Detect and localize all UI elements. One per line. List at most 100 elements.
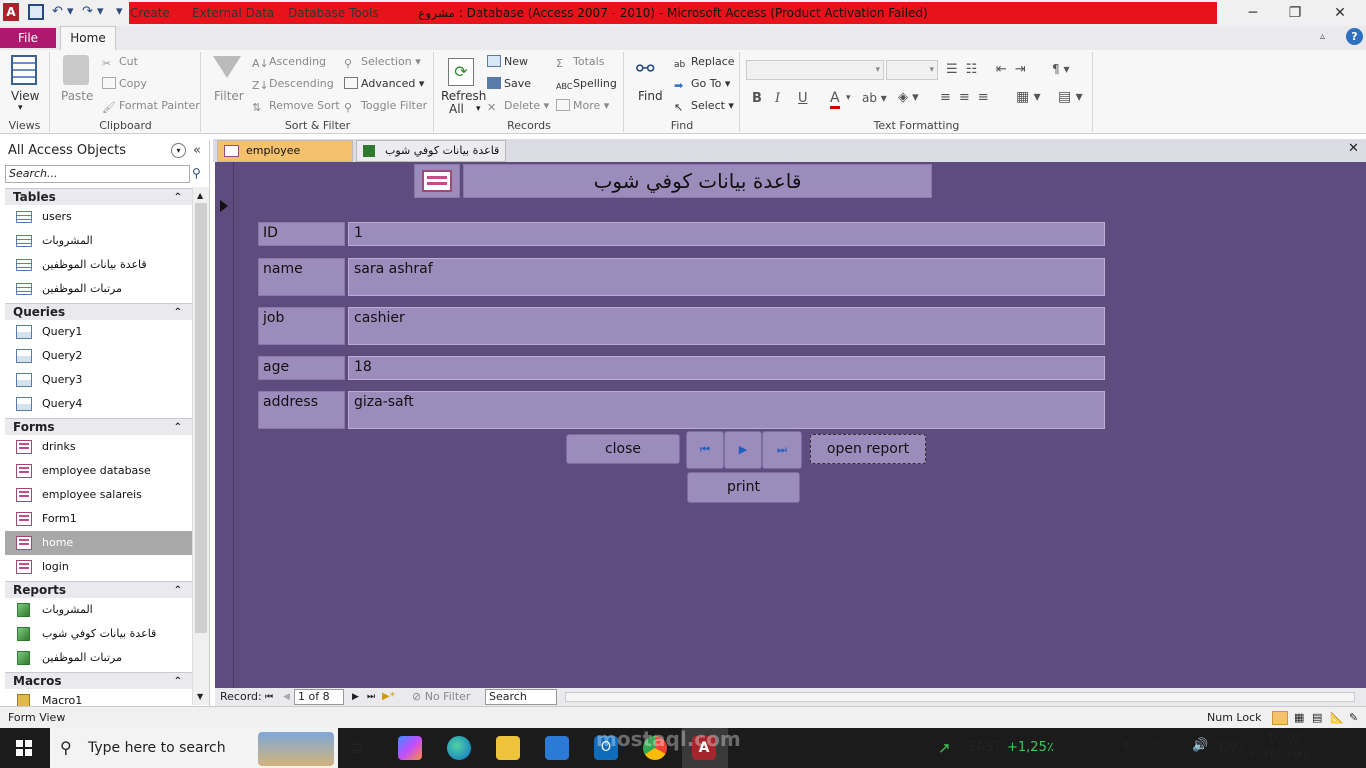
shutter-bar-collapse-icon[interactable]: «: [193, 143, 201, 158]
align-icons[interactable]: ≡≡≡: [940, 90, 997, 105]
view-icon[interactable]: [11, 55, 37, 85]
format-painter-button[interactable]: 🖌 Format Painter: [102, 99, 200, 114]
nav-item-query[interactable]: Query1: [5, 320, 192, 344]
tab-file[interactable]: File: [0, 28, 56, 48]
nav-item-macro[interactable]: Macro1: [5, 689, 192, 706]
remove-sort-button[interactable]: ⇅ Remove Sort: [252, 99, 340, 114]
paragraph-direction-icon[interactable]: ¶ ▾: [1052, 62, 1069, 76]
close-form-button[interactable]: close: [566, 434, 680, 464]
nav-search-input[interactable]: Search...: [5, 165, 190, 183]
help-icon[interactable]: ?: [1346, 28, 1363, 45]
save-record-button[interactable]: Save: [487, 77, 531, 90]
bold-button[interactable]: B: [752, 91, 762, 106]
copy-button[interactable]: Copy: [102, 77, 147, 90]
battery-icon[interactable]: ▭: [1146, 738, 1158, 753]
nav-section-forms[interactable]: Forms ⌃: [5, 418, 192, 435]
record-search-input[interactable]: Search: [485, 689, 557, 705]
tab-external-data[interactable]: External Data: [188, 2, 278, 24]
datasheet-view-icon[interactable]: ▦: [1294, 707, 1304, 729]
font-name-select[interactable]: ▾: [746, 60, 884, 80]
design-view-icon[interactable]: 📐: [1330, 707, 1344, 729]
more-button[interactable]: More ▾: [556, 99, 609, 112]
font-size-select[interactable]: ▾: [886, 60, 938, 80]
windows-start-icon[interactable]: [16, 740, 32, 756]
nav-item-table[interactable]: المشروبات: [5, 229, 192, 253]
customize-toolbar-icon[interactable]: ▾: [116, 4, 123, 19]
alternate-row-color-icon[interactable]: ▤ ▾: [1058, 89, 1083, 105]
form-view-icon[interactable]: [1272, 711, 1288, 725]
close-document-icon[interactable]: ✕: [1348, 141, 1359, 156]
close-window-button[interactable]: ✕: [1325, 4, 1355, 22]
field-input-job[interactable]: cashier: [348, 307, 1105, 345]
filter-button[interactable]: Filter: [214, 89, 244, 103]
spelling-button[interactable]: ABCSpelling: [556, 77, 617, 94]
restore-button[interactable]: ❐: [1280, 4, 1310, 22]
nav-item-table[interactable]: مرتبات الموظفين: [5, 277, 192, 301]
new-record-nav-icon[interactable]: ▶*: [382, 688, 395, 706]
tab-home[interactable]: Home: [60, 26, 116, 50]
access-app-icon[interactable]: A: [3, 3, 19, 21]
prev-record-nav-icon[interactable]: ◀: [283, 688, 290, 706]
print-button[interactable]: print: [687, 472, 800, 503]
italic-button[interactable]: I: [775, 91, 780, 106]
clock-date[interactable]: ٢٠٢٥/٠٧/١٨: [1250, 747, 1310, 761]
minimize-button[interactable]: ─: [1238, 4, 1268, 22]
minimize-ribbon-icon[interactable]: ▵: [1320, 31, 1325, 42]
layout-view-icon[interactable]: ▤: [1312, 707, 1322, 729]
volume-icon[interactable]: 🔊: [1192, 738, 1208, 753]
undo-icon[interactable]: ↶ ▾: [52, 4, 74, 19]
file-explorer-icon[interactable]: [496, 736, 520, 760]
first-record-nav-icon[interactable]: ⏮: [265, 688, 273, 706]
doc-tab-report[interactable]: قاعدة بيانات كوفي شوب: [356, 140, 506, 162]
view-button[interactable]: View: [11, 89, 39, 103]
wifi-icon[interactable]: ◠: [1170, 738, 1181, 753]
nav-item-query[interactable]: Query2: [5, 344, 192, 368]
last-record-nav-icon[interactable]: ⏭: [367, 688, 375, 706]
notifications-icon[interactable]: 🗨: [1324, 738, 1343, 756]
record-selector[interactable]: [215, 162, 234, 688]
field-input-name[interactable]: sara ashraf: [348, 258, 1105, 296]
tab-database-tools[interactable]: Database Tools: [284, 2, 383, 24]
save-icon[interactable]: [28, 4, 44, 20]
nav-section-macros[interactable]: Macros ⌃: [5, 672, 192, 689]
scroll-thumb[interactable]: [195, 203, 207, 633]
camera-icon[interactable]: ⊡: [1098, 738, 1109, 753]
next-record-nav-icon[interactable]: ▶: [352, 688, 359, 706]
filter-funnel-icon[interactable]: [213, 56, 241, 78]
find-button[interactable]: Find: [638, 89, 663, 103]
horizontal-scrollbar[interactable]: [565, 692, 1355, 702]
nav-item-form[interactable]: drinks: [5, 435, 192, 459]
font-color-dropdown-icon[interactable]: ▾: [846, 93, 851, 103]
view-dropdown-icon[interactable]: ▾: [18, 103, 23, 113]
scroll-down-icon[interactable]: ▼: [197, 692, 203, 701]
first-record-button[interactable]: ⏮: [686, 431, 724, 469]
binoculars-icon[interactable]: ⚯: [636, 57, 662, 83]
record-position-input[interactable]: 1 of 8: [294, 689, 344, 705]
toggle-filter-button[interactable]: ⚲ Toggle Filter: [344, 99, 427, 114]
replace-button[interactable]: ab Replace: [674, 55, 735, 72]
show-hidden-icons-chevron[interactable]: ⌃: [1074, 738, 1085, 753]
font-color-button[interactable]: A: [830, 90, 840, 109]
nav-pane-header[interactable]: All Access Objects: [4, 142, 190, 160]
list-format-icons[interactable]: ☰☷: [946, 62, 985, 77]
nav-section-reports[interactable]: Reports ⌃: [5, 581, 192, 598]
scroll-up-icon[interactable]: ▲: [197, 191, 203, 200]
selection-button[interactable]: ⚲ Selection ▾: [344, 55, 421, 70]
nav-item-table[interactable]: قاعدة بيانات الموظفين: [5, 253, 192, 277]
gridlines-icon[interactable]: ▦ ▾: [1016, 89, 1041, 105]
redo-icon[interactable]: ↷ ▾: [82, 4, 104, 19]
nav-item-table[interactable]: users: [5, 205, 192, 229]
select-button[interactable]: ↖ Select ▾: [674, 99, 734, 114]
refresh-all-button[interactable]: Refresh: [441, 89, 486, 103]
input-language[interactable]: ENG: [1219, 740, 1245, 754]
next-record-button[interactable]: ▶: [724, 431, 762, 469]
task-view-icon[interactable]: ⧉: [351, 738, 363, 758]
nav-item-form[interactable]: Form1: [5, 507, 192, 531]
copilot-icon[interactable]: [398, 736, 422, 760]
fill-color-icon[interactable]: ◈ ▾: [898, 90, 919, 105]
descending-button[interactable]: Z↓Descending: [252, 77, 334, 92]
advanced-button[interactable]: Advanced ▾: [344, 77, 424, 90]
nav-item-report[interactable]: المشروبات: [5, 598, 192, 622]
nav-menu-chevron-icon[interactable]: ▾: [171, 143, 186, 158]
edge-browser-icon[interactable]: [447, 736, 471, 760]
